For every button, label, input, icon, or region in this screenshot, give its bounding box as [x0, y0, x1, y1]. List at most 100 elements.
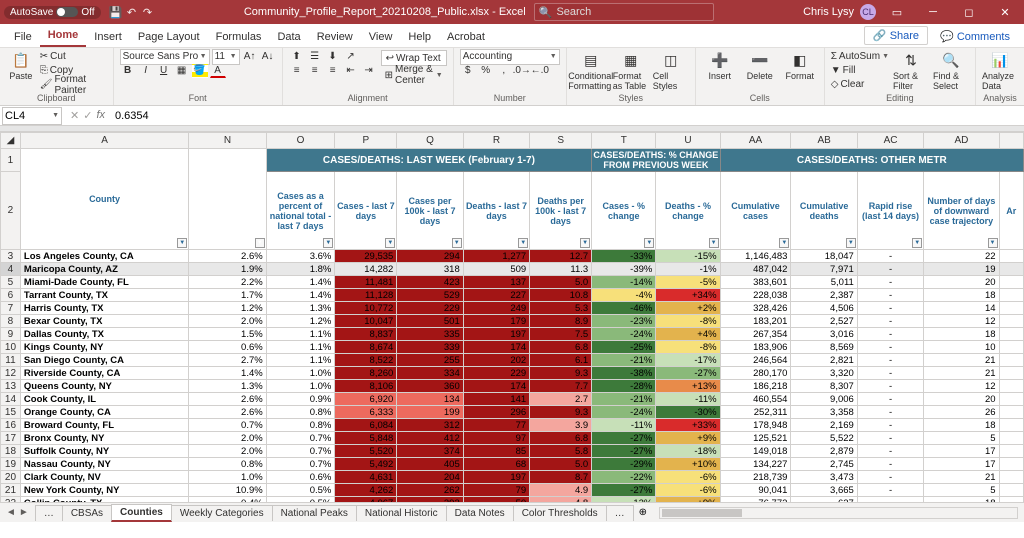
cell-ihe[interactable]: 2.6%	[189, 393, 267, 406]
cell-d100k[interactable]: 6.8	[530, 341, 592, 354]
cell-cum-cases[interactable]: 218,739	[720, 471, 791, 484]
cell-pct-nat[interactable]: 0.7%	[266, 445, 335, 458]
name-box[interactable]: CL4▼	[2, 107, 62, 125]
increase-font-icon[interactable]: A↑	[242, 50, 258, 64]
cell-ar[interactable]	[999, 315, 1023, 328]
cell-c100k[interactable]: 334	[397, 367, 463, 380]
sheet-tab[interactable]: …	[35, 505, 63, 521]
tab-formulas[interactable]: Formulas	[208, 27, 270, 47]
cell-c100k[interactable]: 412	[397, 432, 463, 445]
cell-cum-cases[interactable]: 487,042	[720, 263, 791, 276]
format-as-table-button[interactable]: ▦Format as Table	[613, 50, 649, 91]
cell-county[interactable]: Harris County, TX	[20, 302, 188, 315]
cell-d100k[interactable]: 4.9	[530, 484, 592, 497]
cell-cases-pct[interactable]: -11%	[592, 419, 656, 432]
cell-rapid-rise[interactable]: -	[857, 445, 923, 458]
cell-c100k[interactable]: 204	[397, 471, 463, 484]
cell-deaths-pct[interactable]: -6%	[656, 471, 720, 484]
cell-cum-cases[interactable]: 134,227	[720, 458, 791, 471]
header-dpct[interactable]: Deaths - % change▼	[656, 172, 720, 250]
cell-ar[interactable]	[999, 445, 1023, 458]
table-row[interactable]: 21New York County, NY10.9%0.5%4,26226279…	[1, 484, 1024, 497]
row-header[interactable]: 20	[1, 471, 21, 484]
cell-ar[interactable]	[999, 406, 1023, 419]
cell-ihe[interactable]: 1.3%	[189, 380, 267, 393]
cell-rapid-rise[interactable]: -	[857, 497, 923, 503]
filter-icon[interactable]: ▼	[779, 238, 789, 248]
cell-cases7[interactable]: 8,522	[335, 354, 397, 367]
table-row[interactable]: 5Miami-Dade County, FL2.2%1.4%11,4814231…	[1, 276, 1024, 289]
cell-c100k[interactable]: 393	[397, 497, 463, 503]
grid-table[interactable]: ◢ A N O P Q R S T U AA AB AC AD 1 County…	[0, 132, 1024, 502]
table-row[interactable]: 3Los Angeles County, CA2.6%3.6%29,535294…	[1, 250, 1024, 263]
cell-rapid-rise[interactable]: -	[857, 419, 923, 432]
col-header[interactable]: S	[530, 133, 592, 149]
cell-rapid-rise[interactable]: -	[857, 263, 923, 276]
sheet-tab[interactable]: Weekly Categories	[171, 505, 273, 521]
cell-cum-deaths[interactable]: 2,821	[791, 354, 857, 367]
sheet-tab[interactable]: …	[606, 505, 634, 521]
cell-d100k[interactable]: 2.7	[530, 393, 592, 406]
cancel-formula-icon[interactable]: ✕	[70, 109, 79, 122]
cell-cum-cases[interactable]: 125,521	[720, 432, 791, 445]
fx-icon[interactable]: fx	[96, 109, 105, 122]
cell-rapid-rise[interactable]: -	[857, 276, 923, 289]
filter-icon[interactable]: ▼	[580, 238, 590, 248]
table-row[interactable]: 14Cook County, IL2.6%0.9%6,9201341412.7-…	[1, 393, 1024, 406]
filter-icon[interactable]: ▼	[255, 238, 265, 248]
cell-deaths7[interactable]: 202	[463, 354, 529, 367]
header-deaths7[interactable]: Deaths - last 7 days▼	[463, 172, 529, 250]
table-row[interactable]: 6Tarrant County, TX1.7%1.4%11,1285292271…	[1, 289, 1024, 302]
cell-ar[interactable]	[999, 471, 1023, 484]
row-header[interactable]: 1	[1, 149, 21, 172]
sheet-tab[interactable]: National Historic	[356, 505, 447, 521]
cell-county[interactable]: Suffolk County, NY	[20, 445, 188, 458]
row-header[interactable]: 22	[1, 497, 21, 503]
cell-cases-pct[interactable]: -24%	[592, 406, 656, 419]
cell-deaths-pct[interactable]: +34%	[656, 289, 720, 302]
cell-rapid-rise[interactable]: -	[857, 406, 923, 419]
filter-icon[interactable]: ▼	[518, 238, 528, 248]
cell-ar[interactable]	[999, 432, 1023, 445]
cell-deaths-pct[interactable]: +33%	[656, 419, 720, 432]
cell-ihe[interactable]: 0.6%	[189, 341, 267, 354]
cell-downward[interactable]: 18	[924, 328, 999, 341]
cell-pct-nat[interactable]: 1.3%	[266, 302, 335, 315]
cell-cases-pct[interactable]: -29%	[592, 458, 656, 471]
cell-ar[interactable]	[999, 419, 1023, 432]
cell-county[interactable]: Kings County, NY	[20, 341, 188, 354]
cell-cum-deaths[interactable]: 5,011	[791, 276, 857, 289]
cell-deaths7[interactable]: 179	[463, 315, 529, 328]
cell-d100k[interactable]: 8.7	[530, 471, 592, 484]
col-header[interactable]: T	[592, 133, 656, 149]
dec-decimal-icon[interactable]: ←.0	[532, 64, 548, 78]
cell-c100k[interactable]: 312	[397, 419, 463, 432]
comma-icon[interactable]: ,	[496, 64, 512, 78]
cell-cum-deaths[interactable]: 3,016	[791, 328, 857, 341]
redo-icon[interactable]: ↷	[141, 5, 155, 19]
cell-deaths-pct[interactable]: +13%	[656, 380, 720, 393]
cell-deaths-pct[interactable]: -5%	[656, 276, 720, 289]
delete-cells-button[interactable]: ➖Delete	[742, 50, 778, 81]
cell-cum-cases[interactable]: 149,018	[720, 445, 791, 458]
col-header[interactable]: R	[463, 133, 529, 149]
fill-button[interactable]: ▼Fill	[831, 64, 889, 77]
cell-pct-nat[interactable]: 1.0%	[266, 380, 335, 393]
table-row[interactable]: 15Orange County, CA2.6%0.8%6,3331992969.…	[1, 406, 1024, 419]
avatar[interactable]: CL	[860, 4, 876, 20]
table-row[interactable]: 22Collin County, TX0.4%0.5%4,067393504.8…	[1, 497, 1024, 503]
header-county[interactable]: County▼	[20, 149, 188, 250]
cell-rapid-rise[interactable]: -	[857, 328, 923, 341]
filter-icon[interactable]: ▼	[177, 238, 187, 248]
row-header[interactable]: 6	[1, 289, 21, 302]
cell-pct-nat[interactable]: 1.1%	[266, 354, 335, 367]
cell-rapid-rise[interactable]: -	[857, 250, 923, 263]
table-row[interactable]: 17Bronx County, NY2.0%0.7%5,848412976.8-…	[1, 432, 1024, 445]
tab-nav[interactable]: ◄►	[0, 507, 35, 518]
header-rapid[interactable]: Rapid rise (last 14 days)▼	[857, 172, 923, 250]
cell-cases7[interactable]: 10,772	[335, 302, 397, 315]
filter-icon[interactable]: ▼	[709, 238, 719, 248]
cell-county[interactable]: San Diego County, CA	[20, 354, 188, 367]
cell-ihe[interactable]: 1.0%	[189, 471, 267, 484]
cell-downward[interactable]: 26	[924, 406, 999, 419]
